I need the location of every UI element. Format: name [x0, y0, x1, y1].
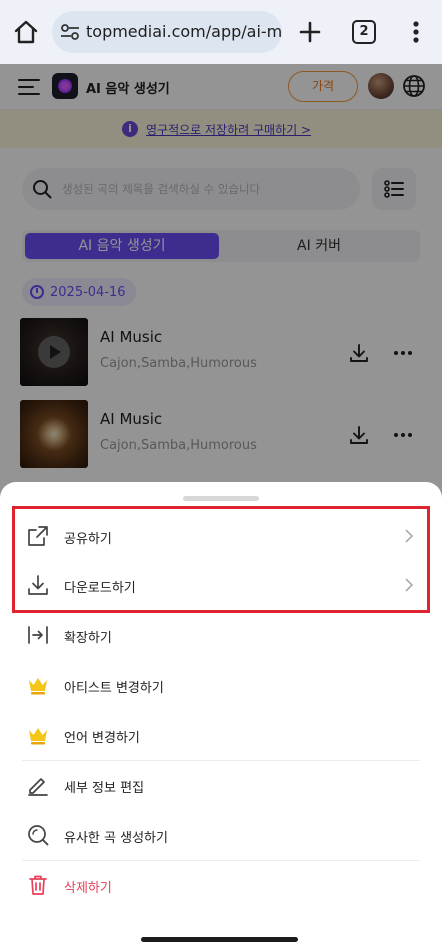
delete-label: 삭제하기 — [64, 881, 112, 896]
crown-icon — [29, 728, 47, 745]
more-vert-icon[interactable] — [404, 18, 428, 46]
crown-icon — [29, 678, 47, 695]
extend-icon — [28, 626, 48, 644]
browser-toolbar: topmediai.com/app/ai-m 2 — [0, 0, 442, 64]
change-language-label: 언어 변경하기 — [64, 731, 140, 746]
generate-similar-menu-item[interactable]: 유사한 곡 생성하기 — [0, 810, 442, 860]
trash-icon — [29, 875, 47, 895]
url-text: topmediai.com/app/ai-m — [86, 22, 282, 41]
change-artist-label: 아티스트 변경하기 — [64, 681, 164, 696]
new-tab-icon[interactable] — [296, 18, 324, 46]
home-icon[interactable] — [12, 18, 40, 46]
home-indicator[interactable] — [141, 937, 298, 942]
extend-label: 확장하기 — [64, 631, 112, 646]
change-language-menu-item[interactable]: 언어 변경하기 — [0, 710, 442, 760]
edit-details-label: 세부 정보 편집 — [64, 781, 145, 796]
action-bottom-sheet: 공유하기 다운로드하기 확장하기 아티스트 변경하기 언어 변경하기 세부 정보… — [0, 482, 442, 949]
pencil-icon — [28, 778, 48, 796]
site-settings-icon[interactable] — [60, 23, 80, 41]
edit-details-menu-item[interactable]: 세부 정보 편집 — [0, 760, 442, 810]
tab-switcher-button[interactable]: 2 — [352, 20, 376, 44]
change-artist-menu-item[interactable]: 아티스트 변경하기 — [0, 660, 442, 710]
generate-similar-label: 유사한 곡 생성하기 — [64, 831, 168, 846]
highlight-box — [12, 506, 430, 613]
sheet-drag-handle[interactable] — [183, 496, 259, 501]
delete-menu-item[interactable]: 삭제하기 — [0, 860, 442, 910]
extend-menu-item[interactable]: 확장하기 — [0, 610, 442, 660]
similar-search-icon — [28, 825, 49, 846]
address-bar[interactable]: topmediai.com/app/ai-m — [52, 11, 282, 53]
